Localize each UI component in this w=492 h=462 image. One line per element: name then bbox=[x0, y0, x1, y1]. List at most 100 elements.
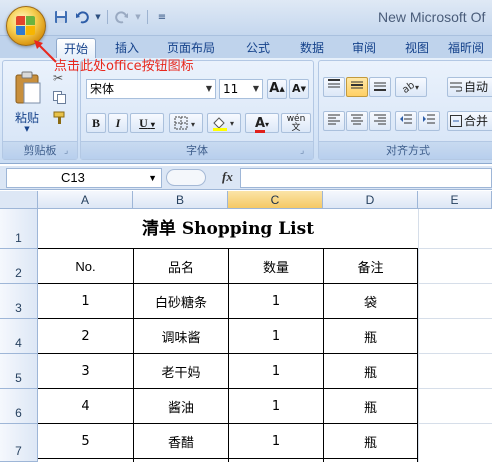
row-header-4[interactable]: 4 bbox=[0, 319, 38, 354]
font-name-select[interactable]: 宋体 ▼ bbox=[86, 79, 216, 99]
table-title[interactable]: 清单 Shopping List bbox=[38, 209, 418, 249]
row-header-7[interactable]: 7 bbox=[0, 424, 38, 462]
align-middle-button[interactable] bbox=[346, 77, 368, 97]
tab-review[interactable]: 审阅 bbox=[344, 38, 384, 58]
align-bottom-button[interactable] bbox=[369, 77, 391, 97]
column-header-b[interactable]: B bbox=[133, 191, 228, 209]
table-cell[interactable]: 瓶 bbox=[324, 424, 417, 458]
row-header-5[interactable]: 5 bbox=[0, 354, 38, 389]
align-center-icon bbox=[351, 114, 363, 125]
tab-view[interactable]: 视图 bbox=[397, 38, 437, 58]
title-bar: ▼ ▼ ≡ New Microsoft Of bbox=[0, 0, 492, 36]
paste-label: 粘贴 bbox=[14, 111, 39, 125]
font-name-value: 宋体 bbox=[90, 82, 115, 96]
clipboard-group: 粘贴 ▼ ✂ 剪贴板 ⌟ bbox=[2, 60, 78, 160]
underline-button[interactable]: U ▾ bbox=[130, 113, 164, 133]
wrap-text-button[interactable]: 自动 bbox=[447, 77, 492, 97]
font-group: 宋体 ▼ 11 ▼ A▲ A▼ B I U ▾ ▾ ▾ A▾ wén 文 字体 … bbox=[80, 60, 314, 160]
borders-button[interactable]: ▾ bbox=[169, 113, 203, 133]
tab-foxit[interactable]: 福昕阅 bbox=[448, 38, 492, 58]
undo-dropdown-icon[interactable]: ▼ bbox=[94, 8, 102, 26]
table-header-note[interactable]: 备注 bbox=[324, 249, 417, 283]
table-header-quantity[interactable]: 数量 bbox=[229, 249, 323, 283]
merge-center-button[interactable]: 合并 bbox=[447, 111, 492, 131]
toolbar-divider bbox=[107, 10, 108, 24]
decrease-indent-button[interactable] bbox=[395, 111, 417, 131]
table-header-no[interactable]: No. bbox=[38, 249, 133, 283]
align-left-button[interactable] bbox=[323, 111, 345, 131]
align-top-button[interactable] bbox=[323, 77, 345, 97]
insert-function-icon[interactable]: fx bbox=[222, 169, 233, 185]
wrap-text-label: 自动 bbox=[464, 80, 489, 94]
formula-input[interactable] bbox=[240, 168, 492, 188]
paste-button[interactable]: 粘贴 ▼ bbox=[9, 69, 45, 139]
increase-indent-icon bbox=[423, 114, 435, 124]
copy-icon[interactable] bbox=[53, 91, 66, 104]
font-size-select[interactable]: 11 ▼ bbox=[219, 79, 263, 99]
table-cell[interactable]: 1 bbox=[229, 354, 323, 388]
increase-indent-button[interactable] bbox=[418, 111, 440, 131]
table-cell[interactable]: 白砂糖条 bbox=[134, 284, 228, 318]
phonetic-button[interactable]: wén 文 bbox=[281, 113, 311, 133]
grow-font-button[interactable]: A▲ bbox=[267, 79, 287, 99]
column-header-c[interactable]: C bbox=[228, 191, 323, 209]
table-cell[interactable]: 1 bbox=[229, 284, 323, 318]
table-cell[interactable]: 3 bbox=[38, 354, 133, 388]
redo-dropdown-icon[interactable]: ▼ bbox=[134, 8, 142, 26]
save-icon[interactable] bbox=[52, 8, 70, 26]
font-color-button[interactable]: A▾ bbox=[245, 113, 279, 133]
table-cell[interactable]: 袋 bbox=[324, 284, 417, 318]
row-header-6[interactable]: 6 bbox=[0, 389, 38, 424]
table-cell[interactable]: 瓶 bbox=[324, 389, 417, 423]
gridline bbox=[418, 209, 419, 462]
formula-bar-handle[interactable] bbox=[166, 169, 206, 186]
table-cell[interactable]: 瓶 bbox=[324, 354, 417, 388]
tab-formulas[interactable]: 公式 bbox=[238, 38, 278, 58]
alignment-group-label: 对齐方式 bbox=[319, 141, 492, 159]
bold-button[interactable]: B bbox=[86, 113, 106, 133]
table-cell[interactable]: 4 bbox=[38, 389, 133, 423]
column-header-e[interactable]: E bbox=[418, 191, 492, 209]
name-box[interactable]: C13 ▼ bbox=[6, 168, 162, 188]
redo-icon[interactable] bbox=[113, 8, 131, 26]
table-cell[interactable]: 1 bbox=[38, 284, 133, 318]
undo-icon[interactable] bbox=[73, 8, 91, 26]
fill-color-button[interactable]: ▾ bbox=[207, 113, 241, 133]
table-cell[interactable]: 酱油 bbox=[134, 389, 228, 423]
font-group-label: 字体 bbox=[81, 141, 313, 159]
text-orientation-icon: ab▾ bbox=[400, 80, 419, 96]
format-painter-icon[interactable] bbox=[53, 111, 66, 124]
tab-data[interactable]: 数据 bbox=[292, 38, 332, 58]
annotation-text: 点击此处office按钮图标 bbox=[54, 59, 194, 74]
font-launcher-icon[interactable]: ⌟ bbox=[300, 146, 310, 156]
table-cell[interactable]: 5 bbox=[38, 424, 133, 458]
select-all-corner[interactable] bbox=[0, 191, 38, 209]
font-size-value: 11 bbox=[223, 82, 239, 96]
italic-button[interactable]: I bbox=[108, 113, 128, 133]
customize-toolbar-icon[interactable]: ≡ bbox=[153, 8, 171, 26]
align-right-icon bbox=[374, 114, 386, 125]
column-header-d[interactable]: D bbox=[323, 191, 418, 209]
align-center-button[interactable] bbox=[346, 111, 368, 131]
office-logo-icon bbox=[16, 16, 36, 36]
row-header-3[interactable]: 3 bbox=[0, 284, 38, 319]
table-cell[interactable]: 瓶 bbox=[324, 319, 417, 353]
shrink-font-button[interactable]: A▼ bbox=[289, 79, 309, 99]
table-cell[interactable]: 1 bbox=[229, 424, 323, 458]
column-header-a[interactable]: A bbox=[38, 191, 133, 209]
row-header-1[interactable]: 1 bbox=[0, 209, 38, 249]
table-cell[interactable]: 2 bbox=[38, 319, 133, 353]
table-cell[interactable]: 调味酱 bbox=[134, 319, 228, 353]
row-header-2[interactable]: 2 bbox=[0, 249, 38, 284]
align-right-button[interactable] bbox=[369, 111, 391, 131]
paste-dropdown-icon[interactable]: ▼ bbox=[9, 125, 45, 133]
table-cell[interactable]: 1 bbox=[229, 319, 323, 353]
table-cell[interactable]: 香醋 bbox=[134, 424, 228, 458]
table-cell[interactable]: 1 bbox=[229, 389, 323, 423]
orientation-button[interactable]: ab ▾ bbox=[395, 77, 427, 97]
worksheet: A B C D E 1 2 3 4 5 6 7 清单 Shopping List… bbox=[0, 191, 492, 462]
chevron-down-icon: ▾ bbox=[265, 120, 270, 129]
clipboard-launcher-icon[interactable]: ⌟ bbox=[64, 146, 74, 156]
table-header-item[interactable]: 品名 bbox=[134, 249, 228, 283]
table-cell[interactable]: 老干妈 bbox=[134, 354, 228, 388]
